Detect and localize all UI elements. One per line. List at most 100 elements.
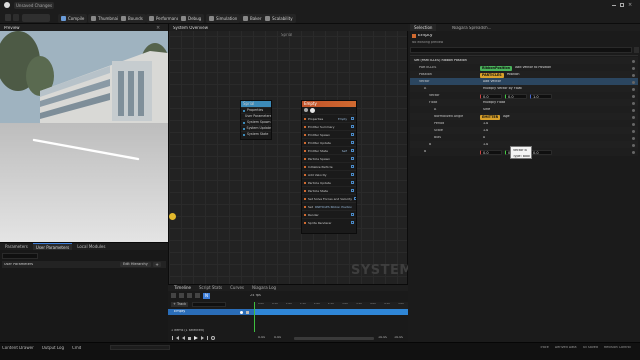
stage-enable-checkbox[interactable]	[351, 173, 354, 176]
stage-enable-checkbox[interactable]	[351, 221, 354, 224]
stage-enable-checkbox[interactable]	[351, 141, 354, 144]
edit-hierarchy-button[interactable]: Edit Hierarchy	[120, 262, 151, 267]
track-bar[interactable]	[254, 309, 408, 315]
bounds-button[interactable]: Bounds	[118, 14, 146, 23]
emitter-stage[interactable]: Emitter Update	[302, 138, 356, 146]
playhead-start-marker[interactable]	[254, 302, 255, 332]
track-search-input[interactable]	[192, 302, 226, 307]
stage-enable-checkbox[interactable]	[354, 197, 356, 200]
vector-y-field[interactable]: 0.0	[505, 93, 527, 99]
row-menu-icon[interactable]	[632, 94, 635, 98]
close-icon[interactable]: ×	[628, 3, 632, 8]
stop-icon[interactable]	[188, 336, 191, 340]
asset-tab[interactable]: Unsaved Changes	[14, 2, 54, 9]
preview-tab[interactable]: Preview	[4, 26, 20, 30]
row-menu-icon[interactable]	[632, 80, 635, 84]
content-drawer-button[interactable]: Content Drawer	[2, 346, 34, 350]
add-param-button[interactable]: +	[153, 262, 161, 267]
emitter-stage[interactable]: Properties Empty	[302, 114, 356, 122]
tab-selection[interactable]: Selection	[410, 24, 437, 31]
selection-row-value[interactable]: 1.0	[483, 129, 488, 132]
emitter-stage[interactable]: Sprite Renderer	[302, 218, 356, 226]
emitter-stage[interactable]: Set Solve Forces and Velocity	[302, 194, 356, 202]
emitter-stage[interactable]: Set PARTICLES Ribbon Position	[302, 202, 356, 210]
track-row[interactable]: Empty	[168, 309, 254, 315]
emitter-stage[interactable]: Particle Update	[302, 178, 356, 186]
selection-row-value[interactable]: Position	[507, 73, 520, 76]
row-menu-icon[interactable]	[632, 73, 635, 77]
row-menu-icon[interactable]	[632, 101, 635, 105]
selection-row-value[interactable]: 1.0	[483, 122, 488, 125]
row-menu-icon[interactable]	[632, 115, 635, 119]
debug-button[interactable]: Debug	[178, 14, 205, 23]
vector-z-field[interactable]: 0.0	[530, 149, 552, 155]
system-overview-panel[interactable]: System Overview Sprial Sprial Properties…	[168, 24, 412, 284]
to-end-icon[interactable]	[207, 336, 208, 340]
loop-icon[interactable]	[211, 336, 215, 340]
row-menu-icon[interactable]	[632, 87, 635, 91]
add-track-button[interactable]: + Track	[171, 302, 189, 307]
system-overview-tab[interactable]: System Overview	[173, 26, 208, 30]
tab-user-parameters[interactable]: User Parameters	[32, 243, 73, 250]
stage-enable-checkbox[interactable]	[351, 189, 354, 192]
emitter-stage[interactable]: Add Velocity	[302, 170, 356, 178]
tab-spreadsheet[interactable]: Niagara Spreadsh...	[452, 26, 491, 30]
baker-button[interactable]: Baker	[240, 14, 265, 23]
row-menu-icon[interactable]	[632, 136, 635, 140]
keyframe-icon[interactable]	[195, 293, 200, 298]
cmd-button[interactable]: Cmd	[72, 346, 81, 350]
stage-enable-checkbox[interactable]	[351, 165, 354, 168]
time-end[interactable]: 10.00	[378, 336, 387, 339]
selection-row-value[interactable]: Add Vector to Position	[515, 66, 551, 69]
grid-icon[interactable]	[187, 293, 192, 298]
snap-icon[interactable]	[179, 293, 184, 298]
filter-icon[interactable]	[171, 293, 176, 298]
row-menu-icon[interactable]	[632, 150, 635, 154]
vector-x-field[interactable]: 0.0	[480, 93, 502, 99]
tab-parameters[interactable]: Parameters	[2, 243, 31, 250]
timeline-scrollbar[interactable]	[294, 337, 374, 340]
stage-enable-checkbox[interactable]	[351, 157, 354, 160]
track-enable-icon[interactable]	[240, 310, 243, 314]
fps-dropdown[interactable]: 24 fps	[250, 294, 261, 298]
row-menu-icon[interactable]	[632, 66, 635, 70]
vector-z-field[interactable]: 1.0	[530, 93, 552, 99]
stage-enable-checkbox[interactable]	[351, 117, 354, 120]
derived-data-button[interactable]: Derived Data	[555, 346, 577, 349]
params-search-input[interactable]	[2, 253, 38, 259]
tab-niagara-log[interactable]: Niagara Log	[252, 285, 276, 291]
to-start-icon[interactable]	[172, 336, 173, 340]
emitter-stage[interactable]: Particle State	[302, 186, 356, 194]
selection-row-value[interactable]: Multiply Float	[483, 101, 505, 104]
emitter-stage[interactable]: Render	[302, 210, 356, 218]
parameter-chip[interactable]: RibbonPosition	[480, 65, 513, 71]
simulation-button[interactable]: Simulation	[206, 14, 241, 23]
emitter-node[interactable]: Empty Properties Empty Emitter Summary Emit…	[301, 100, 357, 234]
step-forward-icon[interactable]	[201, 336, 204, 340]
selection-row-value[interactable]: Age	[503, 115, 509, 118]
row-menu-icon[interactable]	[632, 143, 635, 147]
stage-enable-checkbox[interactable]	[351, 213, 354, 216]
row-menu-icon[interactable]	[632, 122, 635, 126]
emitter-stage[interactable]: Emitter Spawn	[302, 130, 356, 138]
browse-icon[interactable]	[13, 14, 19, 21]
play-reverse-icon[interactable]	[182, 336, 185, 340]
stage-enable-checkbox[interactable]	[351, 133, 354, 136]
track-lock-icon[interactable]	[246, 310, 249, 314]
parameter-chip[interactable]: EMITTER	[480, 114, 501, 120]
emitter-stage[interactable]: Initialize Particle	[302, 162, 356, 170]
tab-local-modules[interactable]: Local Modules	[74, 243, 108, 250]
record-button[interactable]: N	[203, 293, 210, 299]
tab-curves[interactable]: Curves	[230, 285, 244, 291]
tab-script-stats[interactable]: Script Stats	[199, 285, 222, 291]
output-log-button[interactable]: Output Log	[42, 346, 64, 350]
row-menu-icon[interactable]	[632, 129, 635, 133]
vector-x-field[interactable]: 0.0	[480, 149, 502, 155]
tab-timeline[interactable]: Timeline	[174, 285, 191, 291]
selection-row-value[interactable]: Multiply Vector by Float	[483, 87, 522, 90]
system-node[interactable]: Sprial Properties User Parameters System S…	[240, 100, 272, 140]
revision-control-button[interactable]: Revision Control	[604, 346, 631, 349]
emitter-stage[interactable]: Emitter State Self	[302, 146, 356, 154]
trace-button[interactable]: Trace	[540, 346, 549, 349]
time-end-2[interactable]: 10.00	[394, 336, 403, 339]
